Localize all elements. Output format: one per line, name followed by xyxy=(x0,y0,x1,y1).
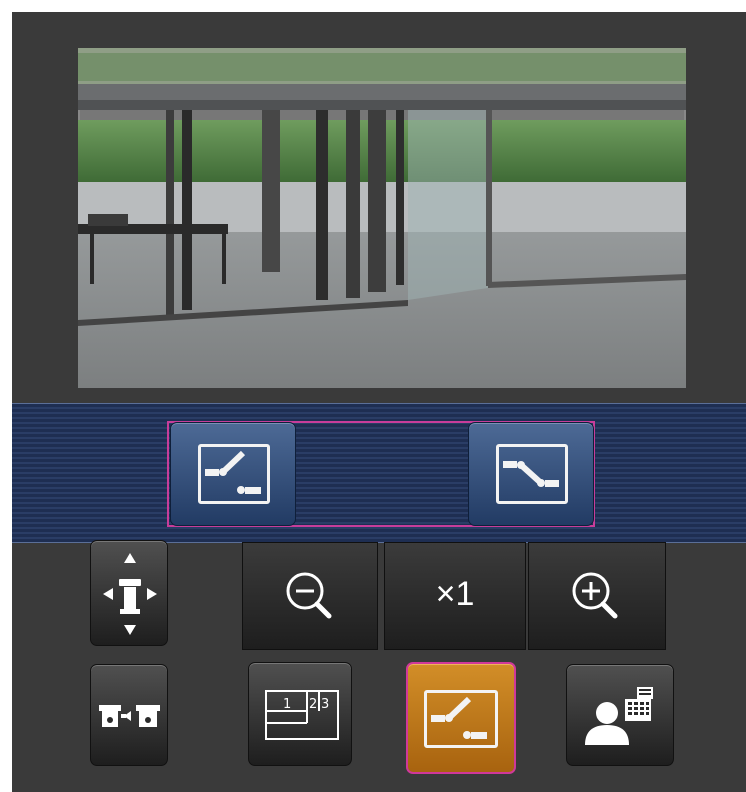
camera-switch-icon xyxy=(99,705,160,727)
multi-screen-label-1: 1 xyxy=(283,697,291,712)
preset-right-icon xyxy=(496,444,568,504)
preset-left-button[interactable] xyxy=(170,422,296,526)
preset-bar xyxy=(12,403,746,543)
camera-live-view[interactable] xyxy=(78,48,686,388)
zoom-out-button[interactable] xyxy=(242,542,378,650)
zoom-level-display: ×1 xyxy=(384,542,526,650)
preset-toggle-button[interactable] xyxy=(406,662,516,774)
pan-tilt-button[interactable] xyxy=(90,540,168,646)
multi-screen-label-2: 2 xyxy=(309,697,317,712)
user-settings-button[interactable] xyxy=(566,664,674,766)
preset-right-button[interactable] xyxy=(468,422,594,526)
multi-screen-label-3: 3 xyxy=(321,697,329,712)
user-icon xyxy=(585,687,653,745)
preset-button-group xyxy=(167,421,595,527)
zoom-in-icon xyxy=(572,572,618,619)
pan-tilt-icon xyxy=(103,553,157,635)
camera-viewer: ×1 1 2 3 xyxy=(12,12,746,792)
camera-switch-button[interactable] xyxy=(90,664,168,766)
zoom-in-button[interactable] xyxy=(528,542,666,650)
preset-toggle-icon xyxy=(424,690,498,748)
zoom-out-icon xyxy=(286,572,332,619)
preset-left-icon xyxy=(198,444,270,504)
zoom-level-text: ×1 xyxy=(435,575,475,613)
multi-screen-icon: 1 2 3 xyxy=(265,690,339,740)
multi-screen-button[interactable]: 1 2 3 xyxy=(248,662,352,766)
